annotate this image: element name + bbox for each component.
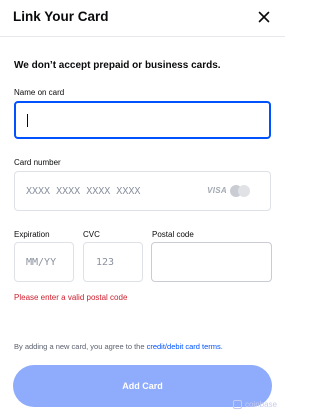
cvc-label: CVC xyxy=(83,230,100,239)
mastercard-icon xyxy=(230,185,250,197)
cvc-input[interactable]: 123 xyxy=(83,242,143,282)
text-caret xyxy=(27,114,28,127)
expiration-input[interactable]: MM/YY xyxy=(14,242,74,282)
postal-code-label: Postal code xyxy=(152,230,194,239)
close-icon[interactable] xyxy=(255,8,273,26)
name-on-card-input[interactable] xyxy=(14,101,271,139)
watermark-text: coinbase xyxy=(244,400,277,409)
terms-text: By adding a new card, you agree to the c… xyxy=(14,342,223,351)
expiration-placeholder: MM/YY xyxy=(26,257,57,268)
name-on-card-label: Name on card xyxy=(14,88,65,97)
postal-code-error: Please enter a valid postal code xyxy=(14,293,128,302)
watermark-icon xyxy=(232,400,242,409)
card-number-input[interactable]: XXXX XXXX XXXX XXXX VISA xyxy=(14,171,271,211)
card-terms-link[interactable]: credit/debit card terms xyxy=(147,342,221,351)
prepaid-notice: We don’t accept prepaid or business card… xyxy=(14,60,221,71)
dialog-title: Link Your Card xyxy=(13,9,109,24)
expiration-label: Expiration xyxy=(14,230,50,239)
terms-prefix: By adding a new card, you agree to the xyxy=(14,342,147,351)
watermark: coinbase xyxy=(232,400,277,409)
card-number-placeholder: XXXX XXXX XXXX XXXX xyxy=(26,186,141,197)
postal-code-input[interactable] xyxy=(151,242,272,282)
card-number-label: Card number xyxy=(14,158,61,167)
visa-icon: VISA xyxy=(207,186,227,195)
dialog-header: Link Your Card xyxy=(0,0,285,37)
cvc-placeholder: 123 xyxy=(96,257,115,268)
terms-suffix: . xyxy=(220,342,223,351)
